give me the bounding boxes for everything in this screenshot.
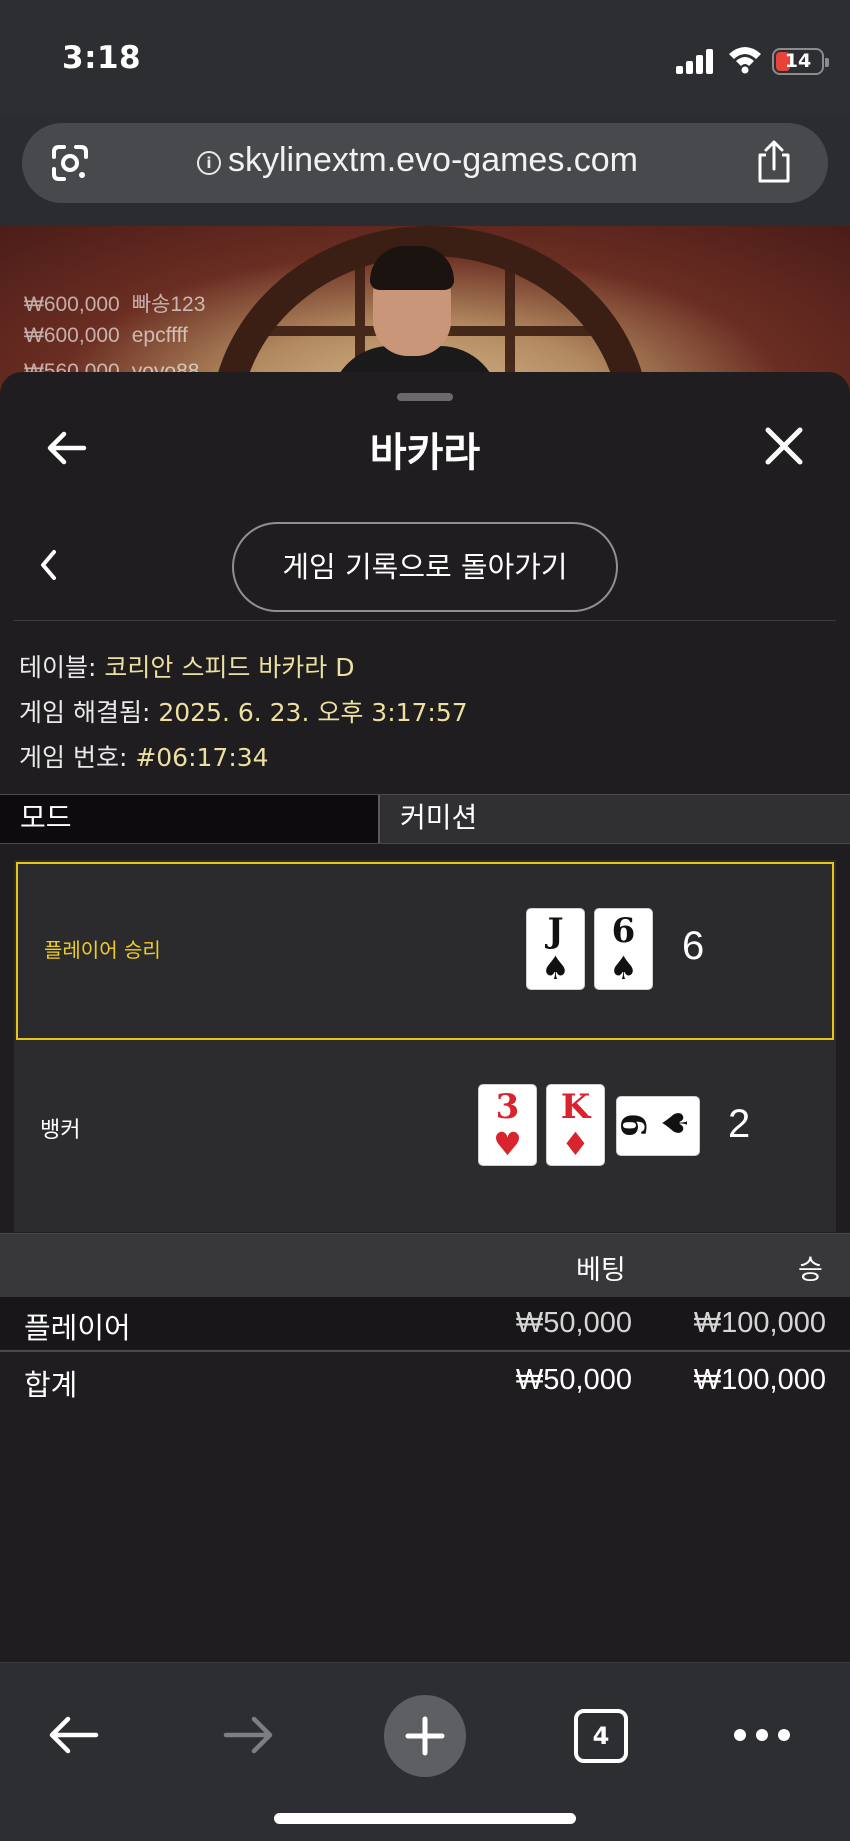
- tab-switcher-button[interactable]: 4: [574, 1709, 628, 1763]
- url-text[interactable]: skylinextm.evo-games.com: [228, 141, 638, 180]
- banker-card-1: 3 ♥: [478, 1084, 537, 1166]
- total-label: 합계: [24, 1370, 78, 1402]
- bets-table-header: 베팅 승: [0, 1233, 850, 1297]
- bet-type: 플레이어: [24, 1313, 131, 1345]
- share-icon[interactable]: [752, 139, 796, 185]
- game-number-info: 게임 번호: #06:17:34: [19, 743, 269, 772]
- plus-icon: [405, 1716, 445, 1756]
- new-tab-button[interactable]: [384, 1695, 466, 1777]
- table-row: 플레이어 ₩50,000 ₩100,000: [0, 1297, 850, 1349]
- home-indicator[interactable]: [274, 1813, 576, 1824]
- bet-feed-item: ₩600,000 빠송123: [24, 293, 206, 316]
- google-lens-icon[interactable]: [50, 143, 90, 183]
- banker-score: 2: [728, 1102, 751, 1146]
- site-info-icon[interactable]: i: [197, 151, 221, 175]
- round-result: 플레이어 승리 J ♠ 6 ♠ 6 뱅커 3 ♥ K ♦ 9 ♠ 2: [14, 860, 836, 1232]
- battery-icon: 14: [772, 48, 829, 75]
- status-time: 3:18: [62, 40, 142, 76]
- wifi-icon: [729, 47, 761, 74]
- table-info: 테이블: 코리안 스피드 바카라 D: [19, 653, 355, 682]
- player-card-2: 6 ♠: [594, 908, 653, 990]
- total-win-amount: ₩100,000: [693, 1364, 826, 1396]
- player-score: 6: [682, 924, 705, 968]
- divider: [0, 1350, 850, 1352]
- status-bar: 3:18 14: [0, 0, 850, 115]
- win-column-header: 승: [798, 1255, 823, 1286]
- cellular-signal-icon: [676, 48, 716, 74]
- bet-feed-item: ₩600,000 epcffff: [24, 324, 188, 347]
- game-history-sheet: 바카라 게임 기록으로 돌아가기 테이블: 코리안 스피드 바카라 D 게임 해…: [0, 372, 850, 1662]
- more-menu-icon[interactable]: [734, 1729, 790, 1743]
- player-win-label: 플레이어 승리: [44, 938, 161, 962]
- banker-label: 뱅커: [40, 1118, 81, 1143]
- tab-commission[interactable]: 커미션: [382, 795, 850, 843]
- bet-amount: ₩50,000: [515, 1307, 632, 1339]
- back-icon[interactable]: [46, 1713, 100, 1757]
- banker-card-3: 9 ♠: [615, 1096, 700, 1156]
- forward-icon[interactable]: [222, 1713, 276, 1757]
- back-to-history-button[interactable]: 게임 기록으로 돌아가기: [232, 522, 618, 612]
- player-card-1: J ♠: [526, 908, 585, 990]
- game-number: #06:17:34: [135, 743, 269, 772]
- mode-tabs: 모드 커미션: [0, 794, 850, 844]
- close-icon[interactable]: [764, 426, 804, 466]
- chevron-left-icon[interactable]: [36, 548, 62, 582]
- browser-toolbar: 4: [0, 1662, 850, 1841]
- resolved-time: 2025. 6. 23. 오후 3:17:57: [158, 698, 468, 727]
- live-video-stream: ₩600,000빠송123 ₩600,000epcffff ₩560,000yo…: [0, 226, 850, 396]
- tab-mode[interactable]: 모드: [0, 795, 380, 843]
- total-bet-amount: ₩50,000: [515, 1364, 632, 1396]
- bet-column-header: 베팅: [576, 1255, 626, 1286]
- divider: [14, 620, 836, 621]
- table-name: 코리안 스피드 바카라 D: [104, 653, 355, 682]
- win-amount: ₩100,000: [693, 1307, 826, 1339]
- sheet-grabber[interactable]: [397, 393, 453, 401]
- battery-level: 14: [784, 50, 812, 72]
- resolved-info: 게임 해결됨: 2025. 6. 23. 오후 3:17:57: [19, 698, 468, 727]
- player-hand-box: 플레이어 승리 J ♠ 6 ♠ 6: [16, 862, 834, 1040]
- sheet-title: 바카라: [369, 430, 481, 476]
- address-bar[interactable]: i skylinextm.evo-games.com: [22, 123, 828, 203]
- table-row-total: 합계 ₩50,000 ₩100,000: [0, 1354, 850, 1406]
- banker-card-2: K ♦: [546, 1084, 605, 1166]
